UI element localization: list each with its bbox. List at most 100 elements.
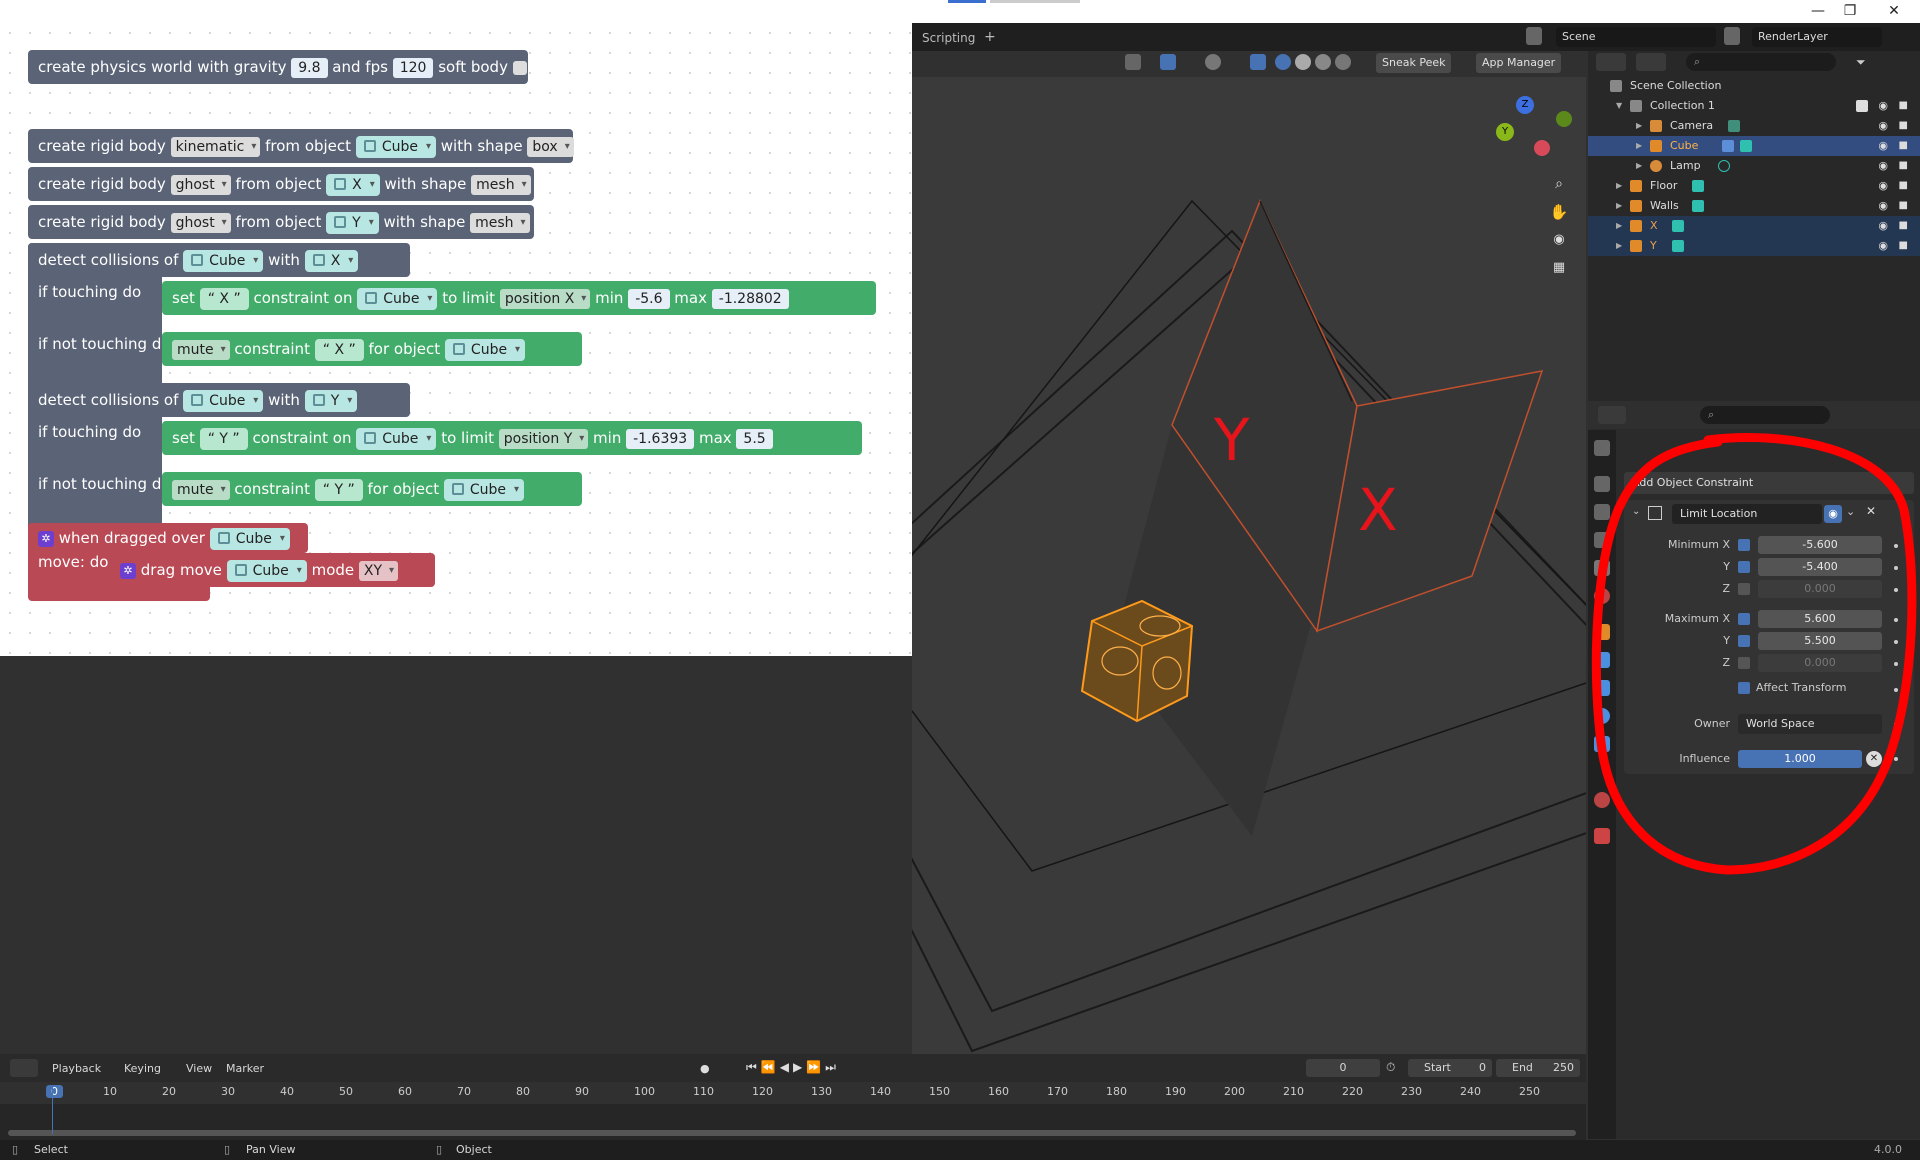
xray-toggle-icon[interactable] xyxy=(1250,54,1266,70)
playback-controls-icon[interactable]: ⏮⏪◀▶⏩⏭ xyxy=(746,1060,840,1075)
set1-max-input[interactable]: -1.28802 xyxy=(711,288,789,309)
rb2-type-dropdown[interactable]: ghost xyxy=(170,174,231,195)
mute2-name-input[interactable]: “ Y ” xyxy=(314,478,363,501)
rigid-body-block-y[interactable]: create rigid body ghost from object Y wi… xyxy=(28,205,534,239)
grid-view-icon[interactable]: ▦ xyxy=(1546,255,1572,281)
view-menu[interactable]: View xyxy=(186,1062,212,1075)
outliner-row-y[interactable]: ▶ Y ◉ ■ xyxy=(1588,236,1920,256)
visibility-eye-icon[interactable]: ◉ xyxy=(1878,216,1888,236)
gizmo-z-icon[interactable]: Z xyxy=(1516,96,1534,114)
add-workspace-button[interactable]: + xyxy=(984,29,996,45)
mute1-dropdown[interactable]: mute xyxy=(172,339,230,360)
mute1-object[interactable]: Cube xyxy=(444,338,526,361)
fps-input[interactable]: 120 xyxy=(392,57,434,78)
expand-icon[interactable]: ▶ xyxy=(1616,216,1622,236)
rb1-type-dropdown[interactable]: kinematic xyxy=(170,136,261,157)
outliner-scene-collection[interactable]: Scene Collection xyxy=(1588,76,1920,96)
gizmo-neg-y-icon[interactable] xyxy=(1556,111,1572,127)
expand-icon[interactable]: ▶ xyxy=(1636,156,1642,176)
view-object-types-icon[interactable] xyxy=(1125,54,1141,70)
keying-menu[interactable]: Keying xyxy=(124,1062,161,1075)
expand-icon[interactable]: ▶ xyxy=(1616,196,1622,216)
set2-min-input[interactable]: -1.6393 xyxy=(626,428,695,449)
when-dragged-block[interactable]: ✲ when dragged over Cube xyxy=(28,523,308,553)
gizmo-y-icon[interactable]: Y xyxy=(1496,123,1514,141)
shading-material-icon[interactable] xyxy=(1315,54,1331,70)
det2-object-b[interactable]: Y xyxy=(304,389,358,412)
rb3-shape-dropdown[interactable]: mesh xyxy=(470,212,530,233)
current-frame-field[interactable]: 0 xyxy=(1306,1059,1380,1077)
outliner-row-lamp[interactable]: ▶ Lamp ◉ ■ xyxy=(1588,156,1920,176)
rb3-object-dropdown[interactable]: Y xyxy=(326,211,379,234)
rb1-object-dropdown[interactable]: Cube xyxy=(355,135,436,158)
auto-key-record-icon[interactable]: ● xyxy=(700,1062,710,1075)
set2-object[interactable]: Cube xyxy=(356,427,437,450)
app-manager-button[interactable]: App Manager xyxy=(1476,53,1562,73)
rigid-body-block-x[interactable]: create rigid body ghost from object X wi… xyxy=(28,167,534,201)
shading-solid-icon[interactable] xyxy=(1295,54,1311,70)
set1-min-input[interactable]: -5.6 xyxy=(628,288,670,309)
gravity-input[interactable]: 9.8 xyxy=(291,57,328,78)
outliner-search-input[interactable]: ⌕ xyxy=(1686,53,1836,71)
marker-menu[interactable]: Marker xyxy=(226,1062,264,1075)
physics-world-block[interactable]: create physics world with gravity 9.8 an… xyxy=(28,50,528,84)
mute1-name-input[interactable]: “ X ” xyxy=(314,338,364,361)
shading-wireframe-icon[interactable] xyxy=(1275,54,1291,70)
render-camera-icon[interactable]: ■ xyxy=(1899,136,1908,156)
render-camera-icon[interactable]: ■ xyxy=(1899,196,1908,216)
set2-name-input[interactable]: “ Y ” xyxy=(199,427,248,450)
view-layer-selector[interactable]: RenderLayer xyxy=(1752,27,1882,47)
set1-limit-dropdown[interactable]: position X xyxy=(499,288,591,309)
outliner-row-floor[interactable]: ▶ Floor ◉ ■ xyxy=(1588,176,1920,196)
playback-menu[interactable]: Playback xyxy=(52,1062,101,1075)
stopwatch-icon[interactable]: ⏱ xyxy=(1386,1060,1395,1075)
set2-limit-dropdown[interactable]: position Y xyxy=(498,428,589,449)
visibility-eye-icon[interactable]: ◉ xyxy=(1878,236,1888,256)
visibility-eye-icon[interactable]: ◉ xyxy=(1878,116,1888,136)
filter-icon[interactable]: ⏷ xyxy=(1856,53,1886,71)
expand-icon[interactable]: ▶ xyxy=(1616,236,1622,256)
visibility-eye-icon[interactable]: ◉ xyxy=(1878,196,1888,216)
set2-max-input[interactable]: 5.5 xyxy=(736,428,773,449)
mute-constraint-y-block[interactable]: mute constraint “ Y ” for object Cube xyxy=(162,472,582,506)
render-camera-icon[interactable]: ■ xyxy=(1899,236,1908,256)
render-camera-icon[interactable]: ■ xyxy=(1899,116,1908,136)
expand-icon[interactable]: ▶ xyxy=(1636,136,1642,156)
timeline-editor-icon[interactable] xyxy=(10,1059,38,1077)
minimize-button[interactable]: — xyxy=(1806,1,1830,21)
render-camera-icon[interactable]: ■ xyxy=(1899,176,1908,196)
zoom-icon[interactable]: ⌕ xyxy=(1546,171,1572,197)
start-frame-field[interactable]: Start 0 xyxy=(1408,1059,1492,1077)
rb1-shape-dropdown[interactable]: box xyxy=(527,136,574,157)
outliner-row-camera[interactable]: ▶ Camera ◉ ■ xyxy=(1588,116,1920,136)
visibility-eye-icon[interactable]: ◉ xyxy=(1878,156,1888,176)
set1-object[interactable]: Cube xyxy=(357,287,438,310)
mode-dropdown[interactable]: XY xyxy=(358,560,399,581)
drag-move-object[interactable]: Cube xyxy=(226,559,307,582)
det1-object-b[interactable]: X xyxy=(304,249,359,272)
editor-type-icon[interactable] xyxy=(1598,406,1626,424)
restore-button[interactable]: ❐ xyxy=(1838,1,1862,21)
close-window-button[interactable]: ✕ xyxy=(1882,1,1906,21)
pan-hand-icon[interactable]: ✋ xyxy=(1546,199,1572,225)
shading-rendered-icon[interactable] xyxy=(1335,54,1351,70)
rb2-object-dropdown[interactable]: X xyxy=(326,173,380,196)
mute2-object[interactable]: Cube xyxy=(443,478,525,501)
display-mode-icon[interactable] xyxy=(1596,53,1626,71)
render-camera-icon[interactable]: ■ xyxy=(1899,96,1908,116)
blocks-workspace[interactable]: create physics world with gravity 9.8 an… xyxy=(0,23,912,656)
when-dragged-object[interactable]: Cube xyxy=(209,527,290,550)
properties-search-input[interactable]: ⌕ xyxy=(1700,406,1830,424)
scene-selector[interactable]: Scene xyxy=(1556,27,1716,47)
visibility-eye-icon[interactable]: ◉ xyxy=(1878,176,1888,196)
camera-view-icon[interactable]: ◉ xyxy=(1546,227,1572,253)
outliner-row-cube[interactable]: ▶ Cube ◉ ■ xyxy=(1588,136,1920,156)
detect-collisions-x-block[interactable]: detect collisions of Cube with X xyxy=(28,243,410,277)
rb3-type-dropdown[interactable]: ghost xyxy=(170,212,231,233)
end-frame-field[interactable]: End 250 xyxy=(1496,1059,1580,1077)
det1-object-a[interactable]: Cube xyxy=(183,249,264,272)
rb2-shape-dropdown[interactable]: mesh xyxy=(471,174,531,195)
sneak-peek-button[interactable]: Sneak Peek xyxy=(1376,53,1452,73)
set-constraint-x-block[interactable]: set “ X ” constraint on Cube to limit po… xyxy=(162,281,876,315)
overlay-toggle-icon[interactable] xyxy=(1205,54,1221,70)
